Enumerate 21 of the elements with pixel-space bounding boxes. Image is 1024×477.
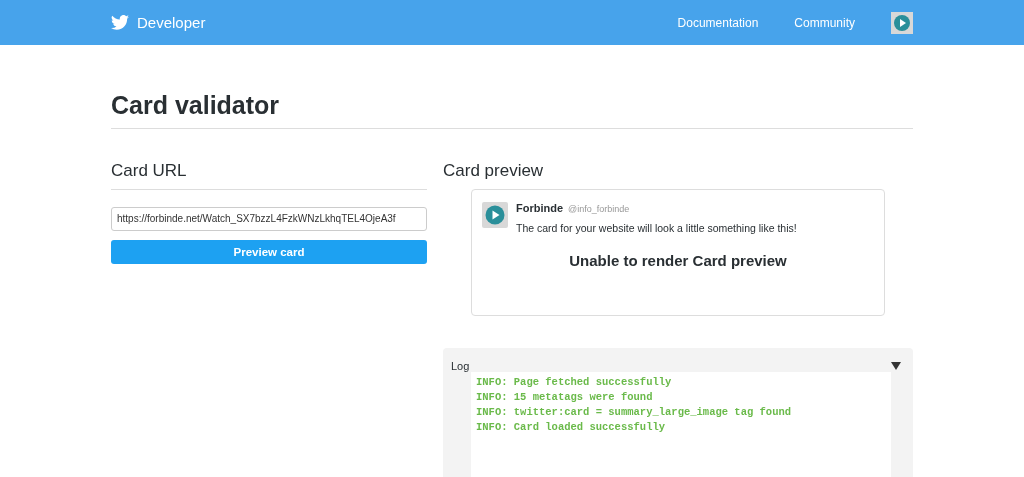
log-title: Log xyxy=(451,360,470,372)
error-message: Unable to render Card preview xyxy=(568,252,788,269)
log-line: INFO: Card loaded successfully xyxy=(476,420,667,435)
log-line: INFO: Page fetched successfully xyxy=(476,375,673,390)
caret-icon[interactable] xyxy=(891,362,901,370)
brand-link[interactable]: Developer xyxy=(137,14,206,31)
nav-link[interactable]: Community xyxy=(794,15,855,30)
preview-card-button[interactable]: Preview card xyxy=(111,240,427,264)
account-name: Forbinde xyxy=(516,202,564,214)
tweet-text: The card for your website will look a little something like this! xyxy=(516,222,797,234)
account-handle: @info_forbinde xyxy=(568,204,630,214)
nav-link[interactable]: Documentation xyxy=(677,15,759,30)
avatar-icon[interactable] xyxy=(891,11,913,34)
log-line: INFO: 15 metatags were found xyxy=(476,390,654,405)
section-heading: Card URL xyxy=(111,159,427,190)
url-input-field[interactable]: https://forbinde.net/Watch_SX7bzzL4FzkWNzLkhqTEL4OjeA3f xyxy=(111,207,427,231)
log-line: INFO: twitter:card = summary_large_image tag found xyxy=(476,405,793,420)
page-title: Card validator xyxy=(111,91,913,129)
section-heading: Card preview xyxy=(443,160,545,182)
bird-icon[interactable] xyxy=(111,15,129,30)
avatar-icon xyxy=(482,202,508,228)
